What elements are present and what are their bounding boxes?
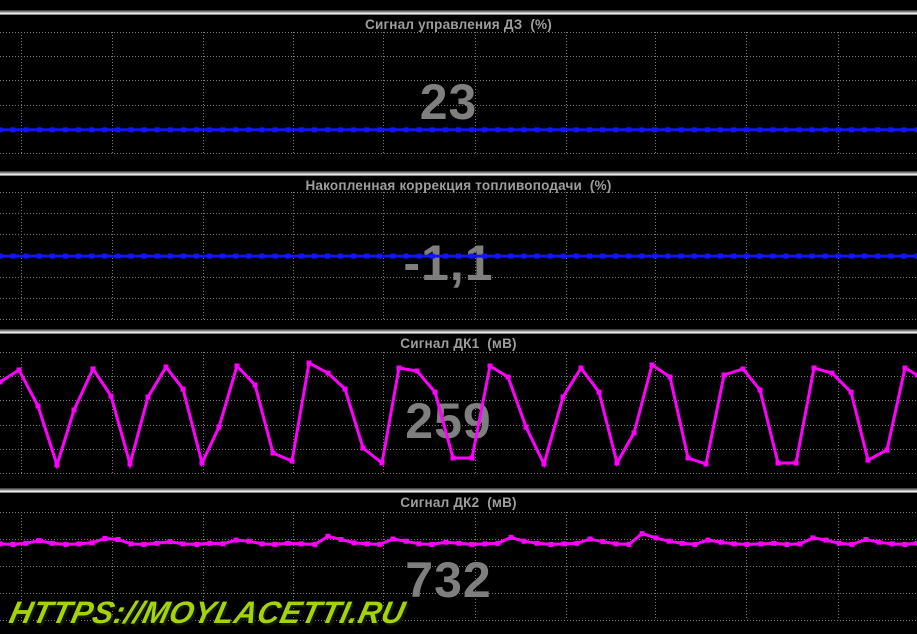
- panel-o2-sensor-1: Сигнал ДК1 (мВ) 259: [0, 334, 917, 488]
- diagnostic-oscilloscope-screen: Сигнал управления ДЗ (%) 23 Накопленная …: [0, 0, 917, 634]
- panel-divider: [0, 329, 917, 334]
- fuel-correction-waveform: [0, 192, 917, 320]
- watermark-url: HTTPS://MOYLACETTI.RU: [6, 595, 409, 630]
- panel-fuel-correction: Накопленная коррекция топливоподачи (%) …: [0, 176, 917, 329]
- panel-divider: [0, 488, 917, 493]
- throttle-signal-waveform: [0, 32, 917, 154]
- o2-sensor-1-waveform: [0, 352, 917, 474]
- panel-divider: [0, 10, 917, 15]
- panel-divider: [0, 171, 917, 176]
- panel-throttle-control-signal: Сигнал управления ДЗ (%) 23: [0, 15, 917, 171]
